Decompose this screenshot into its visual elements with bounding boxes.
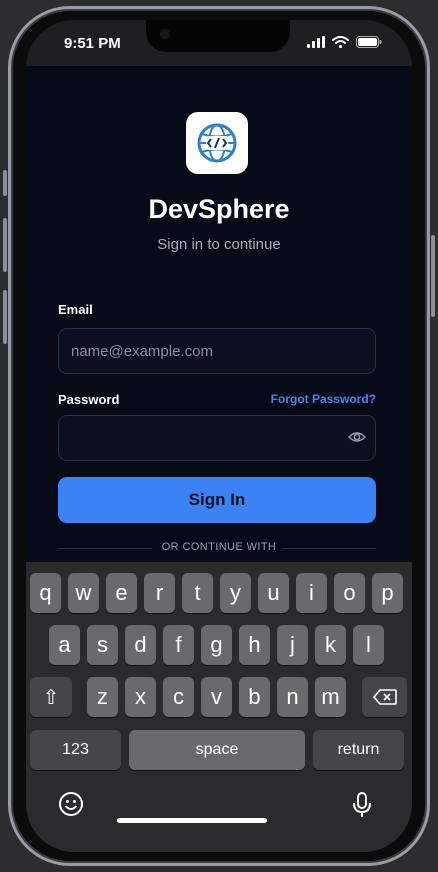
key-a[interactable]: a	[49, 625, 80, 665]
battery-icon	[356, 36, 382, 48]
key-d[interactable]: d	[125, 625, 156, 665]
on-screen-keyboard: q w e r t y u i o p a s d f g h j k l ⇧ …	[26, 562, 412, 852]
home-indicator	[117, 818, 267, 823]
divider-label: OR CONTINUE WITH	[161, 541, 277, 553]
key-t[interactable]: t	[182, 573, 213, 613]
password-field[interactable]	[58, 415, 376, 461]
app-logo	[186, 112, 248, 174]
backspace-key[interactable]	[362, 677, 407, 717]
key-y[interactable]: y	[220, 573, 251, 613]
wifi-icon	[332, 36, 349, 48]
emoji-icon[interactable]	[58, 791, 84, 817]
return-key[interactable]: return	[313, 730, 404, 770]
code-globe-icon	[197, 123, 237, 163]
numbers-key[interactable]: 123	[30, 730, 121, 770]
microphone-icon[interactable]	[352, 791, 372, 819]
subtitle: Sign in to continue	[157, 236, 281, 253]
key-n[interactable]: n	[277, 677, 308, 717]
volume-up-button	[3, 218, 7, 272]
email-label: Email	[58, 302, 93, 317]
status-bar: 9:51 PM	[26, 20, 412, 66]
shift-key[interactable]: ⇧	[30, 677, 72, 717]
email-field[interactable]	[58, 328, 376, 374]
key-s[interactable]: s	[87, 625, 118, 665]
backspace-icon	[372, 689, 397, 705]
key-r[interactable]: r	[144, 573, 175, 613]
sign-in-button[interactable]: Sign In	[58, 477, 376, 523]
key-b[interactable]: b	[239, 677, 270, 717]
power-button	[431, 235, 435, 317]
volume-down-button	[3, 290, 7, 344]
key-o[interactable]: o	[334, 573, 365, 613]
forgot-password-link[interactable]: Forgot Password?	[271, 392, 376, 406]
silent-switch	[3, 170, 7, 196]
cellular-signal-icon	[307, 36, 325, 48]
front-camera	[160, 29, 170, 39]
space-key[interactable]: space	[129, 730, 305, 770]
key-u[interactable]: u	[258, 573, 289, 613]
login-screen: DevSphere Sign in to continue Email Pass…	[26, 66, 412, 566]
key-g[interactable]: g	[201, 625, 232, 665]
key-p[interactable]: p	[372, 573, 403, 613]
key-q[interactable]: q	[30, 573, 61, 613]
key-z[interactable]: z	[87, 677, 118, 717]
app-title: DevSphere	[148, 194, 290, 224]
key-x[interactable]: x	[125, 677, 156, 717]
key-f[interactable]: f	[163, 625, 194, 665]
key-h[interactable]: h	[239, 625, 270, 665]
phone-screen: 9:51 PM DevSphere Sign in to continue Em…	[26, 20, 412, 852]
key-w[interactable]: w	[68, 573, 99, 613]
status-icons	[307, 36, 382, 48]
key-m[interactable]: m	[315, 677, 346, 717]
notch	[146, 20, 290, 52]
key-e[interactable]: e	[106, 573, 137, 613]
status-time: 9:51 PM	[64, 35, 121, 52]
key-k[interactable]: k	[315, 625, 346, 665]
password-label: Password	[58, 392, 120, 407]
show-password-icon[interactable]	[348, 430, 366, 444]
key-i[interactable]: i	[296, 573, 327, 613]
key-j[interactable]: j	[277, 625, 308, 665]
key-c[interactable]: c	[163, 677, 194, 717]
key-v[interactable]: v	[201, 677, 232, 717]
key-l[interactable]: l	[353, 625, 384, 665]
